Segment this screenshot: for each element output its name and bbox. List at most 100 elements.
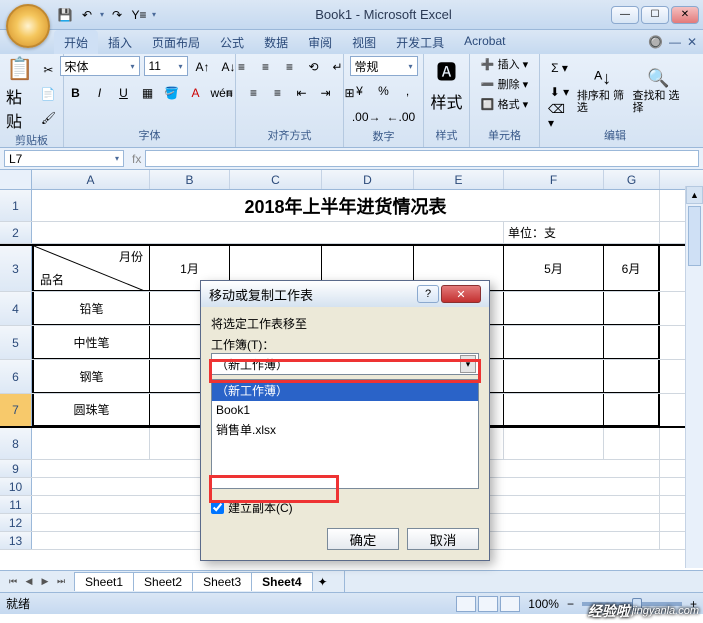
align-middle-icon[interactable]: ≡ <box>255 56 277 78</box>
increase-font-icon[interactable]: A↑ <box>192 56 214 78</box>
minimize-button[interactable]: — <box>611 6 639 24</box>
save-icon[interactable]: 💾 <box>56 6 74 24</box>
qat-more-icon[interactable]: Y≡ <box>130 6 148 24</box>
redo-icon[interactable]: ↷ <box>108 6 126 24</box>
view-page-layout-icon[interactable] <box>478 596 498 612</box>
scroll-thumb[interactable] <box>688 206 701 266</box>
maximize-button[interactable]: ☐ <box>641 6 669 24</box>
italic-button[interactable]: I <box>89 82 111 104</box>
cell-month-5[interactable]: 5月 <box>504 246 604 291</box>
fill-icon[interactable]: ⬇ ▾ <box>546 81 573 103</box>
find-select-icon[interactable]: 🔍 <box>647 69 669 89</box>
bold-button[interactable]: B <box>65 82 87 104</box>
cell-item-1[interactable]: 铅笔 <box>32 292 150 325</box>
percent-icon[interactable]: % <box>373 80 395 102</box>
cells-insert-button[interactable]: ➕ 插入 ▾ <box>481 56 528 72</box>
dialog-close-icon[interactable]: ✕ <box>441 285 481 303</box>
cell[interactable] <box>32 428 150 459</box>
col-header-b[interactable]: B <box>150 170 230 189</box>
ribbon-minimize-icon[interactable]: — <box>669 35 681 49</box>
cell-item-2[interactable]: 中性笔 <box>32 326 150 359</box>
align-right-icon[interactable]: ≡ <box>267 82 289 104</box>
row-header-6[interactable]: 6 <box>0 360 32 393</box>
find-select-button[interactable]: 查找和 选择 <box>632 90 684 114</box>
create-copy-checkbox[interactable]: 建立副本(C) <box>211 499 479 516</box>
row-header-7[interactable]: 7 <box>0 394 32 426</box>
styles-icon[interactable]: 🅰 <box>437 56 457 85</box>
cell-item-4[interactable]: 圆珠笔 <box>32 394 150 426</box>
font-size-combo[interactable]: 11▾ <box>144 56 188 76</box>
zoom-out-icon[interactable]: − <box>567 597 574 611</box>
zoom-in-icon[interactable]: + <box>690 597 697 611</box>
paste-icon[interactable]: 📋 <box>6 56 33 82</box>
table-cell[interactable] <box>604 394 660 426</box>
font-color-icon[interactable]: A <box>185 82 207 104</box>
dialog-title-bar[interactable]: 移动或复制工作表 ? ✕ <box>201 281 489 307</box>
sheet-nav-last-icon[interactable]: ⏭ <box>54 575 68 589</box>
ok-button[interactable]: 确定 <box>327 528 399 550</box>
row-header-8[interactable]: 8 <box>0 428 32 459</box>
table-cell[interactable] <box>504 394 604 426</box>
row-header-9[interactable]: 9 <box>0 460 32 477</box>
comma-icon[interactable]: , <box>397 80 419 102</box>
sheet-nav-prev-icon[interactable]: ◀ <box>22 575 36 589</box>
copy-icon[interactable]: 📄 <box>37 83 59 105</box>
table-cell[interactable] <box>604 326 660 359</box>
select-all-corner[interactable] <box>0 170 32 189</box>
table-cell[interactable] <box>604 292 660 325</box>
cell-month-6[interactable]: 6月 <box>604 246 660 291</box>
align-bottom-icon[interactable]: ≡ <box>279 56 301 78</box>
view-page-break-icon[interactable] <box>500 596 520 612</box>
table-cell[interactable] <box>504 360 604 393</box>
sort-filter-icon[interactable]: ᴬ↓ <box>594 69 611 89</box>
col-header-a[interactable]: A <box>32 170 150 189</box>
col-header-f[interactable]: F <box>504 170 604 189</box>
cell-item-3[interactable]: 钢笔 <box>32 360 150 393</box>
tab-insert[interactable]: 插入 <box>98 30 142 54</box>
undo-dropdown-icon[interactable]: ▾ <box>100 10 104 19</box>
new-sheet-icon[interactable]: ✦ <box>312 575 334 589</box>
undo-icon[interactable]: ↶ <box>78 6 96 24</box>
increase-decimal-icon[interactable]: .00→ <box>350 106 383 128</box>
indent-decrease-icon[interactable]: ⇤ <box>291 82 313 104</box>
fill-color-icon[interactable]: 🪣 <box>161 82 183 104</box>
zoom-slider[interactable] <box>582 602 682 606</box>
cell[interactable] <box>604 428 660 459</box>
format-painter-icon[interactable]: 🖌 <box>37 107 59 129</box>
clear-icon[interactable]: ⌫ ▾ <box>546 105 573 127</box>
sheet-nav-next-icon[interactable]: ▶ <box>38 575 52 589</box>
sheet-tab-4[interactable]: Sheet4 <box>251 572 312 591</box>
dialog-help-icon[interactable]: ? <box>417 285 439 303</box>
autosum-icon[interactable]: Σ ▾ <box>546 57 573 79</box>
cells-delete-button[interactable]: ➖ 删除 ▾ <box>481 76 528 92</box>
cut-icon[interactable]: ✂ <box>37 59 59 81</box>
row-header-13[interactable]: 13 <box>0 532 32 549</box>
zoom-level[interactable]: 100% <box>528 597 559 611</box>
horizontal-scrollbar[interactable] <box>344 571 703 592</box>
currency-icon[interactable]: ¥ <box>349 80 371 102</box>
cell[interactable] <box>504 428 604 459</box>
combo-dropdown-icon[interactable]: ▾ <box>460 355 476 373</box>
sheet-tab-3[interactable]: Sheet3 <box>192 572 252 591</box>
col-header-g[interactable]: G <box>604 170 660 189</box>
border-icon[interactable]: ▦ <box>137 82 159 104</box>
orientation-icon[interactable]: ⟲ <box>303 56 325 78</box>
indent-increase-icon[interactable]: ⇥ <box>315 82 337 104</box>
tab-review[interactable]: 审阅 <box>298 30 342 54</box>
tab-page-layout[interactable]: 页面布局 <box>142 30 210 54</box>
row-header-11[interactable]: 11 <box>0 496 32 513</box>
table-cell[interactable] <box>504 292 604 325</box>
vertical-scrollbar[interactable]: ▲ <box>685 186 703 568</box>
underline-button[interactable]: U <box>113 82 135 104</box>
sheet-tab-2[interactable]: Sheet2 <box>133 572 193 591</box>
col-header-e[interactable]: E <box>414 170 504 189</box>
formula-input[interactable] <box>145 150 699 167</box>
checkbox-input[interactable] <box>211 501 224 514</box>
tab-view[interactable]: 视图 <box>342 30 386 54</box>
align-top-icon[interactable]: ≡ <box>231 56 253 78</box>
before-sheet-listbox[interactable]: （新工作薄） Book1 销售单.xlsx <box>211 379 479 489</box>
ribbon-close-icon[interactable]: ✕ <box>687 35 697 49</box>
row-header-4[interactable]: 4 <box>0 292 32 325</box>
tab-data[interactable]: 数据 <box>254 30 298 54</box>
row-header-3[interactable]: 3 <box>0 246 32 291</box>
